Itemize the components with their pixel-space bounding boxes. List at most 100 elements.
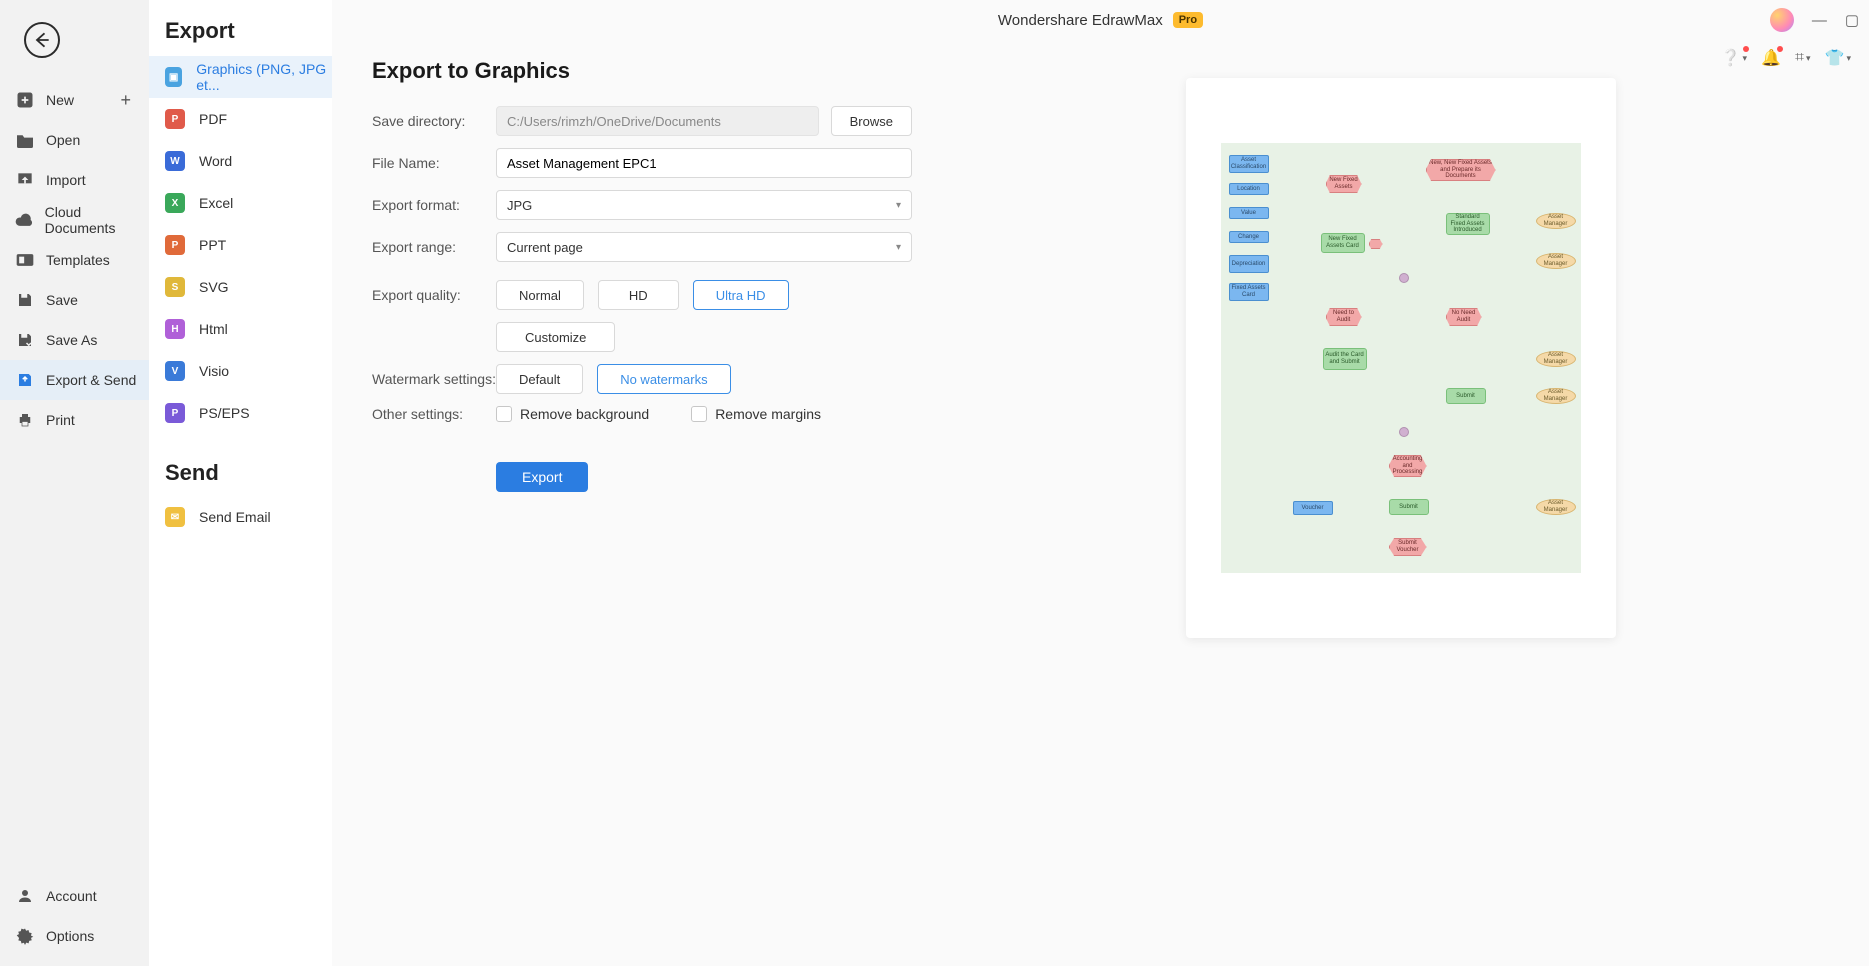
- nav-label: Print: [46, 412, 75, 428]
- label-save-dir: Save directory:: [372, 113, 496, 129]
- watermark-default[interactable]: Default: [496, 364, 583, 394]
- pro-badge: Pro: [1173, 12, 1203, 28]
- nav-item-new[interactable]: New +: [0, 80, 149, 120]
- export-item-pdf[interactable]: P PDF: [149, 98, 332, 140]
- nav-item-options[interactable]: Options: [0, 916, 149, 956]
- nav-item-cloud[interactable]: Cloud Documents: [0, 200, 149, 240]
- pdf-file-icon: P: [165, 109, 185, 129]
- checkbox-remove-bg[interactable]: Remove background: [496, 406, 649, 422]
- plus-icon[interactable]: +: [120, 90, 131, 111]
- ppt-file-icon: P: [165, 235, 185, 255]
- diagram-shape: Fixed Assets Card: [1229, 283, 1269, 301]
- send-item-label: Send Email: [199, 509, 271, 525]
- diagram-shape: Submit: [1446, 388, 1486, 404]
- cloud-icon: [14, 209, 35, 231]
- ps-file-icon: P: [165, 403, 185, 423]
- diagram-shape: New Fixed Assets Card: [1321, 233, 1365, 253]
- export-item-label: PDF: [199, 111, 227, 127]
- export-item-graphics[interactable]: ▣ Graphics (PNG, JPG et...: [149, 56, 332, 98]
- window-maximize-button[interactable]: ▢: [1845, 11, 1859, 29]
- preview-panel: Asset Classification Location Value Chan…: [972, 58, 1829, 946]
- nav-label: Templates: [46, 252, 110, 268]
- nav-item-saveas[interactable]: Save As: [0, 320, 149, 360]
- export-button[interactable]: Export: [496, 462, 588, 492]
- nav-label: Save As: [46, 332, 97, 348]
- save-icon: [14, 289, 36, 311]
- quality-ultra-hd[interactable]: Ultra HD: [693, 280, 789, 310]
- nav-label: Export & Send: [46, 372, 136, 388]
- nav-item-print[interactable]: Print: [0, 400, 149, 440]
- label-watermark: Watermark settings:: [372, 371, 496, 387]
- nav-item-open[interactable]: Open: [0, 120, 149, 160]
- excel-file-icon: X: [165, 193, 185, 213]
- diagram-shape: Asset Manager: [1536, 253, 1576, 269]
- quality-hd[interactable]: HD: [598, 280, 679, 310]
- export-item-label: SVG: [199, 279, 229, 295]
- preview-diagram: Asset Classification Location Value Chan…: [1221, 143, 1581, 573]
- range-select[interactable]: Current page: [496, 232, 912, 262]
- format-select[interactable]: JPG: [496, 190, 912, 220]
- checkbox-remove-margins[interactable]: Remove margins: [691, 406, 821, 422]
- person-icon: [14, 885, 36, 907]
- folder-icon: [14, 129, 36, 151]
- nav-item-templates[interactable]: Templates: [0, 240, 149, 280]
- nav-item-account[interactable]: Account: [0, 876, 149, 916]
- export-item-ppt[interactable]: P PPT: [149, 224, 332, 266]
- back-button[interactable]: [24, 22, 60, 58]
- nav-item-import[interactable]: Import: [0, 160, 149, 200]
- watermark-none[interactable]: No watermarks: [597, 364, 730, 394]
- label-format: Export format:: [372, 197, 496, 213]
- diagram-shape: Asset Manager: [1536, 213, 1576, 229]
- nav-label: Cloud Documents: [45, 204, 149, 236]
- svg-file-icon: S: [165, 277, 185, 297]
- export-item-svg[interactable]: S SVG: [149, 266, 332, 308]
- nav-label: Options: [46, 928, 94, 944]
- export-item-excel[interactable]: X Excel: [149, 182, 332, 224]
- diagram-shape: Submit: [1389, 499, 1429, 515]
- export-item-word[interactable]: W Word: [149, 140, 332, 182]
- send-item-email[interactable]: ✉ Send Email: [149, 496, 332, 538]
- templates-icon: [14, 249, 36, 271]
- checkbox-icon: [496, 406, 512, 422]
- browse-button[interactable]: Browse: [831, 106, 912, 136]
- nav-item-export[interactable]: Export & Send: [0, 360, 149, 400]
- send-heading: Send: [149, 434, 332, 496]
- diagram-shape: Submit Voucher: [1389, 538, 1427, 556]
- back-area: [0, 0, 149, 80]
- main-panel: Wondershare EdrawMax Pro ― ▢ ❔▾ 🔔 ⌗▾ 👕▾ …: [332, 0, 1869, 966]
- diagram-shape: Asset Manager: [1536, 388, 1576, 404]
- diagram-shape: Asset Manager: [1536, 499, 1576, 515]
- export-icon: [14, 369, 36, 391]
- app-title: Wondershare EdrawMax: [998, 12, 1163, 29]
- label-range: Export range:: [372, 239, 496, 255]
- export-item-label: Word: [199, 153, 232, 169]
- checkbox-icon: [691, 406, 707, 422]
- export-form: Export to Graphics Save directory: C:/Us…: [372, 58, 912, 946]
- label-file-name: File Name:: [372, 155, 496, 171]
- diagram-shape: [1369, 239, 1383, 249]
- preview-card: Asset Classification Location Value Chan…: [1186, 78, 1616, 638]
- diagram-shape: New, New Fixed Assets and Prepare its Do…: [1426, 159, 1496, 181]
- window-minimize-button[interactable]: ―: [1812, 12, 1827, 29]
- diagram-shape: Depreciation: [1229, 255, 1269, 273]
- diagram-shape: New Fixed Assets: [1326, 175, 1362, 193]
- nav-label: Account: [46, 888, 97, 904]
- customize-button[interactable]: Customize: [496, 322, 615, 352]
- label-other: Other settings:: [372, 406, 496, 422]
- label-quality: Export quality:: [372, 287, 496, 303]
- export-item-pseps[interactable]: P PS/EPS: [149, 392, 332, 434]
- titlebar: Wondershare EdrawMax Pro ― ▢: [332, 0, 1869, 40]
- nav-label: Open: [46, 132, 80, 148]
- nav-label: Save: [46, 292, 78, 308]
- word-file-icon: W: [165, 151, 185, 171]
- export-item-html[interactable]: H Html: [149, 308, 332, 350]
- nav-item-save[interactable]: Save: [0, 280, 149, 320]
- quality-normal[interactable]: Normal: [496, 280, 584, 310]
- avatar[interactable]: [1770, 8, 1794, 32]
- export-item-label: PS/EPS: [199, 405, 250, 421]
- file-name-input[interactable]: [496, 148, 912, 178]
- nav-label: New: [46, 92, 74, 108]
- content-row: Export to Graphics Save directory: C:/Us…: [332, 40, 1869, 966]
- nav-label: Import: [46, 172, 86, 188]
- export-item-visio[interactable]: V Visio: [149, 350, 332, 392]
